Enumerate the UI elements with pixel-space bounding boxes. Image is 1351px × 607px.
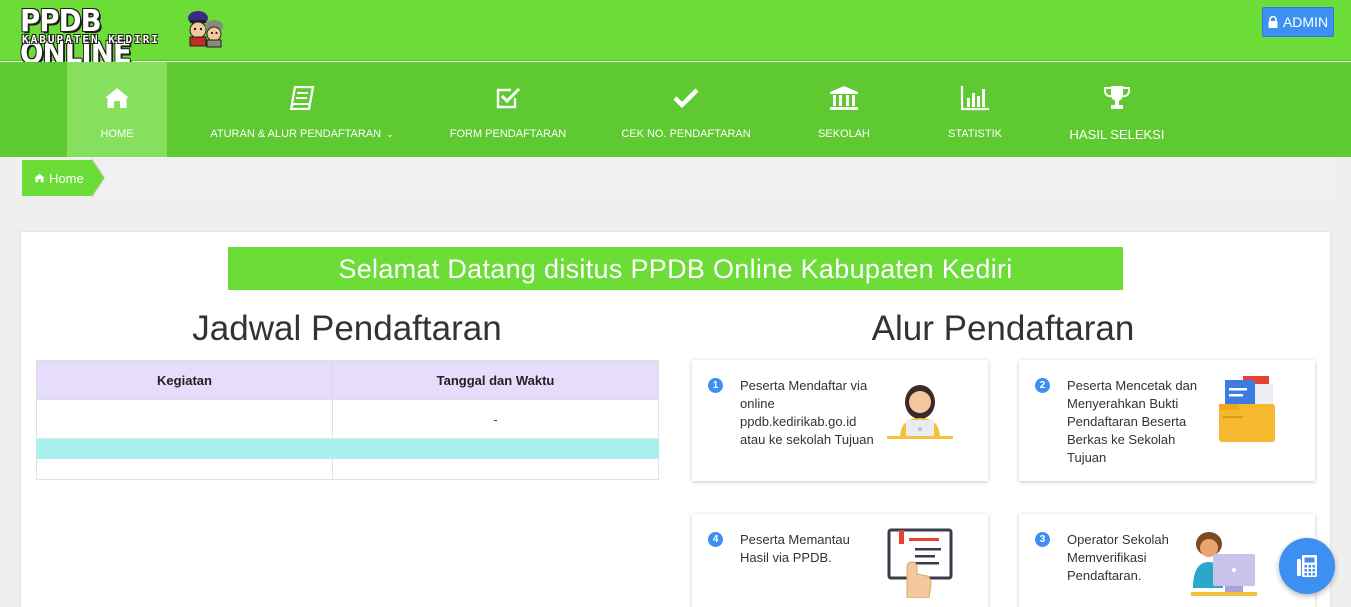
- nav-label: CEK NO. PENDAFTARAN: [621, 128, 751, 140]
- calculator-icon: [1297, 555, 1317, 577]
- admin-label: ADMIN: [1282, 14, 1329, 30]
- step-text: Peserta Mendaftar via online ppdb.kediri…: [740, 378, 874, 447]
- nav-hasil-seleksi[interactable]: HASIL SELEKSI: [1062, 62, 1172, 157]
- step-card-3: 3 Operator Sekolah Memverifikasi Pendaft…: [1019, 514, 1315, 607]
- step-number: 4: [708, 532, 723, 547]
- table-cell: [332, 458, 659, 480]
- welcome-banner: Selamat Datang disitus PPDB Online Kabup…: [228, 247, 1123, 290]
- mascot-icon: [188, 11, 223, 48]
- touch-screen-icon: [887, 528, 953, 598]
- schedule-table: Kegiatan Tanggal dan Waktu -: [36, 360, 659, 480]
- trophy-icon: [1102, 84, 1132, 112]
- logo-subtitle: KABUPATEN KEDIRI: [22, 33, 160, 46]
- nav-form-pendaftaran[interactable]: FORM PENDAFTARAN: [438, 62, 578, 157]
- ppdb-logo[interactable]: PPDB ONLINE KABUPATEN KEDIRI: [20, 6, 230, 70]
- table-cell: [36, 399, 333, 439]
- breadcrumb-home-label: Home: [49, 170, 84, 186]
- table-row: [36, 438, 659, 459]
- folder-documents-icon: [1219, 376, 1275, 442]
- step-number: 2: [1035, 378, 1050, 393]
- nav-statistik[interactable]: STATISTIK: [935, 62, 1015, 157]
- table-row: -: [36, 399, 659, 439]
- step-card-4: 4 Peserta Memantau Hasil via PPDB.: [692, 514, 988, 607]
- book-icon: [287, 84, 317, 112]
- flow-title: Alur Pendaftaran: [871, 309, 1135, 348]
- breadcrumb-home[interactable]: Home: [22, 160, 104, 196]
- main-nav: HOME ATURAN & ALUR PENDAFTARAN ⌄ FORM PEN…: [0, 62, 1351, 157]
- calculator-fab-button[interactable]: [1279, 538, 1335, 594]
- nav-sekolah[interactable]: SEKOLAH: [804, 62, 884, 157]
- admin-button[interactable]: ADMIN: [1262, 7, 1334, 37]
- nav-label: HASIL SELEKSI: [1069, 127, 1165, 142]
- top-bar: PPDB ONLINE KABUPATEN KEDIRI ADMIN: [0, 0, 1351, 70]
- table-cell: [332, 438, 659, 459]
- step-number: 3: [1035, 532, 1050, 547]
- nav-cek-no[interactable]: CEK NO. PENDAFTARAN: [611, 62, 761, 157]
- nav-aturan[interactable]: ATURAN & ALUR PENDAFTARAN ⌄: [204, 62, 400, 157]
- column-header: Tanggal dan Waktu: [332, 360, 659, 400]
- check-icon: [671, 84, 701, 112]
- nav-label: STATISTIK: [948, 128, 1002, 140]
- step-text: Peserta Mencetak dan Menyerahkan Bukti P…: [1067, 378, 1198, 465]
- nav-home[interactable]: HOME: [67, 62, 167, 157]
- check-square-icon: [493, 84, 523, 112]
- nav-label: SEKOLAH: [818, 128, 870, 140]
- home-icon: [34, 173, 45, 183]
- nav-label-wrap: ATURAN & ALUR PENDAFTARAN ⌄: [204, 128, 400, 140]
- table-header-row: Kegiatan Tanggal dan Waktu: [36, 360, 659, 400]
- step-number: 1: [708, 378, 723, 393]
- nav-label: FORM PENDAFTARAN: [449, 128, 567, 140]
- column-header: Kegiatan: [36, 360, 333, 400]
- breadcrumb: [17, 157, 1335, 198]
- nav-label: ATURAN & ALUR PENDAFTARAN: [210, 128, 382, 140]
- person-laptop-icon: [887, 385, 953, 439]
- bar-chart-icon: [960, 84, 990, 112]
- step-text: Operator Sekolah Memverifikasi Pendaftar…: [1067, 532, 1169, 583]
- schedule-title: Jadwal Pendaftaran: [192, 309, 502, 348]
- table-cell: [36, 458, 333, 480]
- step-card-2: 2 Peserta Mencetak dan Menyerahkan Bukti…: [1019, 360, 1315, 481]
- step-card-1: 1 Peserta Mendaftar via online ppdb.kedi…: [692, 360, 988, 481]
- lock-icon: [1268, 16, 1278, 28]
- operator-computer-icon: [1191, 532, 1257, 596]
- chevron-down-icon: ⌄: [386, 129, 394, 139]
- nav-label: HOME: [100, 128, 134, 140]
- table-cell: -: [332, 399, 659, 439]
- table-row: [36, 458, 659, 480]
- table-cell: [36, 438, 333, 459]
- home-icon: [102, 84, 132, 112]
- step-text: Peserta Memantau Hasil via PPDB.: [740, 532, 850, 565]
- bank-icon: [829, 84, 859, 112]
